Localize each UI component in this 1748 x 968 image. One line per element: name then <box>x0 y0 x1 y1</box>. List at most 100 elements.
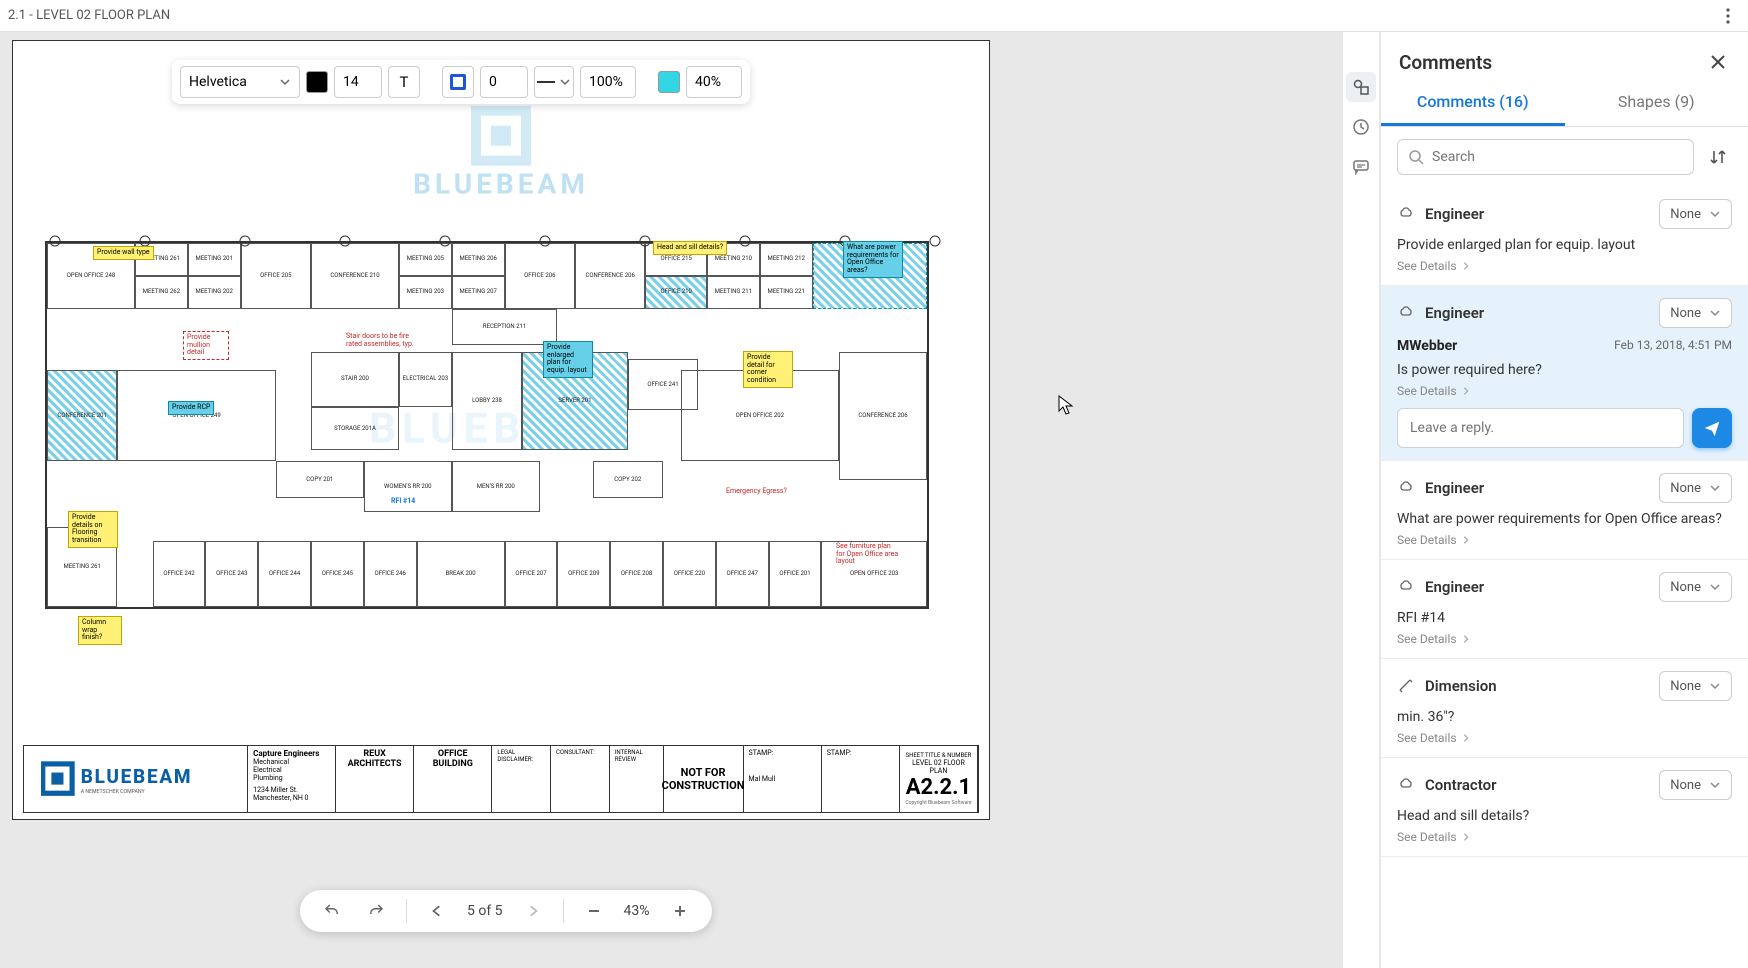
comments-list[interactable]: Engineer None Provide enlarged plan for … <box>1381 187 1748 968</box>
document-toolbar: 5 of 5 43% <box>300 890 712 932</box>
not-for-construction: NOT FOR CONSTRUCTION <box>664 746 744 812</box>
callout-rfi14[interactable]: RFI #14 <box>388 496 418 508</box>
status-select[interactable]: None <box>1659 572 1732 602</box>
callout-emergency[interactable]: Emergency Egress? <box>723 486 790 498</box>
recent-icon[interactable] <box>1346 112 1376 142</box>
svg-text:BLUEBEAM: BLUEBEAM <box>80 765 192 788</box>
drawing-page: BLUEBEAM BLUEBEAM OPEN OFFICE 248 MEETIN… <box>12 40 990 820</box>
zoom-out-button[interactable] <box>580 897 608 925</box>
fill-opacity-input[interactable]: 40% <box>686 66 742 98</box>
stroke-color-swatch[interactable] <box>442 66 474 98</box>
comment-author: Contractor <box>1425 776 1496 794</box>
tab-shapes[interactable]: Shapes (9) <box>1565 82 1748 126</box>
send-reply-button[interactable] <box>1692 408 1732 448</box>
close-panel-button[interactable] <box>1706 50 1730 74</box>
chat-icon[interactable] <box>1346 152 1376 182</box>
see-details-link[interactable]: See Details <box>1397 533 1732 547</box>
document-title: 2.1 - LEVEL 02 FLOOR PLAN <box>8 8 170 23</box>
format-toolbar: Helvetica 14 T 0 100% 4 <box>172 60 750 104</box>
cloud-icon <box>1397 479 1415 497</box>
see-details-link[interactable]: See Details <box>1397 731 1732 745</box>
text-color-swatch[interactable] <box>306 71 328 93</box>
comment-text: min. 36"? <box>1397 709 1732 725</box>
font-size-input[interactable]: 14 <box>334 66 382 98</box>
status-select[interactable]: None <box>1659 199 1732 229</box>
tab-comments[interactable]: Comments (16) <box>1381 82 1565 126</box>
comment-text: Head and sill details? <box>1397 808 1732 824</box>
callout-open-office-power[interactable]: What are power requirements for Open Off… <box>843 241 903 278</box>
fill-color-swatch[interactable] <box>658 71 680 93</box>
reply-date: Feb 13, 2018, 4:51 PM <box>1614 338 1732 354</box>
title-block: BLUEBEAMA NEMETSCHEK COMPANY Capture Eng… <box>23 745 979 813</box>
comment-text: Is power required here? <box>1397 362 1732 378</box>
comment-text: RFI #14 <box>1397 610 1732 626</box>
see-details-link[interactable]: See Details <box>1397 384 1732 398</box>
search-input[interactable] <box>1432 149 1683 165</box>
next-page-button[interactable] <box>519 897 547 925</box>
prev-page-button[interactable] <box>423 897 451 925</box>
line-style-select[interactable] <box>534 66 574 98</box>
more-menu-button[interactable] <box>1716 4 1740 28</box>
stroke-width-input[interactable]: 0 <box>480 66 528 98</box>
callout-head-sill[interactable]: Head and sill details? <box>653 241 727 255</box>
callout-furniture[interactable]: See furniture plan for Open Office area … <box>833 541 903 568</box>
comment-author: Engineer <box>1425 479 1484 497</box>
comment-text: What are power requirements for Open Off… <box>1397 511 1732 527</box>
reply-author: MWebber <box>1397 338 1457 354</box>
status-select[interactable]: None <box>1659 671 1732 701</box>
watermark: BLUEBEAM <box>421 106 581 220</box>
comment-text: Provide enlarged plan for equip. layout <box>1397 237 1732 253</box>
sort-button[interactable] <box>1704 143 1732 171</box>
floor-plan: OPEN OFFICE 248 MEETING 261 MEETING 262 … <box>45 241 929 609</box>
status-select[interactable]: None <box>1659 473 1732 503</box>
callout-mullion[interactable]: Provide mullion detail <box>183 331 229 360</box>
see-details-link[interactable]: See Details <box>1397 830 1732 844</box>
comment-author: Engineer <box>1425 304 1484 322</box>
text-tool-button[interactable]: T <box>388 66 420 98</box>
comments-panel: Comments Comments (16) Shapes (9) <box>1380 32 1748 968</box>
svg-text:A NEMETSCHEK COMPANY: A NEMETSCHEK COMPANY <box>80 790 145 796</box>
comment-item[interactable]: Contractor None Head and sill details? S… <box>1381 758 1748 857</box>
comment-item[interactable]: Engineer None RFI #14 See Details <box>1381 560 1748 659</box>
dimension-icon <box>1397 677 1415 695</box>
comment-search[interactable] <box>1397 139 1694 175</box>
stroke-opacity-input[interactable]: 100% <box>580 66 636 98</box>
comment-author: Dimension <box>1425 677 1497 695</box>
callout-flooring[interactable]: Provide details on Flooring transition <box>68 511 118 548</box>
zoom-level: 43% <box>624 903 650 919</box>
cloud-icon <box>1397 205 1415 223</box>
comment-item[interactable]: Engineer None What are power requirement… <box>1381 461 1748 560</box>
reply-input[interactable] <box>1397 408 1684 448</box>
zoom-in-button[interactable] <box>666 897 694 925</box>
redo-button[interactable] <box>362 897 390 925</box>
page-indicator: 5 of 5 <box>467 903 503 919</box>
tool-rail <box>1342 32 1380 968</box>
callout-corner[interactable]: Provide detail for corner condition <box>743 351 793 388</box>
drawing-canvas[interactable]: Helvetica 14 T 0 100% 4 <box>0 32 1342 968</box>
comments-tabs: Comments (16) Shapes (9) <box>1381 82 1748 127</box>
comments-title: Comments <box>1399 51 1492 74</box>
cloud-icon <box>1397 304 1415 322</box>
cloud-icon <box>1397 776 1415 794</box>
callout-wall-type[interactable]: Provide wall type <box>93 246 154 260</box>
status-select[interactable]: None <box>1659 298 1732 328</box>
font-family-select[interactable]: Helvetica <box>180 66 300 98</box>
see-details-link[interactable]: See Details <box>1397 259 1732 273</box>
see-details-link[interactable]: See Details <box>1397 632 1732 646</box>
callout-rcp[interactable]: Provide RCP <box>168 401 214 415</box>
callout-stair-doors[interactable]: Stair doors to be fire rated assemblies,… <box>343 331 423 350</box>
comment-author: Engineer <box>1425 578 1484 596</box>
titlebar: 2.1 - LEVEL 02 FLOOR PLAN <box>0 0 1748 32</box>
comment-item[interactable]: Dimension None min. 36"? See Details <box>1381 659 1748 758</box>
callout-enlarged-equip[interactable]: Provide enlarged plan for equip. layout <box>543 341 593 378</box>
comment-author: Engineer <box>1425 205 1484 223</box>
markup-list-icon[interactable] <box>1346 72 1376 102</box>
comment-item[interactable]: Engineer None MWebber Feb 13, 2018, 4:51 … <box>1381 286 1748 461</box>
undo-button[interactable] <box>318 897 346 925</box>
bluebeam-logo: BLUEBEAM A NEMETSCHEK COMPANY <box>24 746 248 812</box>
callout-column-wrap[interactable]: Column wrap finish? <box>78 616 122 645</box>
sheet-number: A2.2.1 <box>906 775 971 800</box>
search-icon <box>1408 149 1424 165</box>
comment-item[interactable]: Engineer None Provide enlarged plan for … <box>1381 187 1748 286</box>
status-select[interactable]: None <box>1659 770 1732 800</box>
